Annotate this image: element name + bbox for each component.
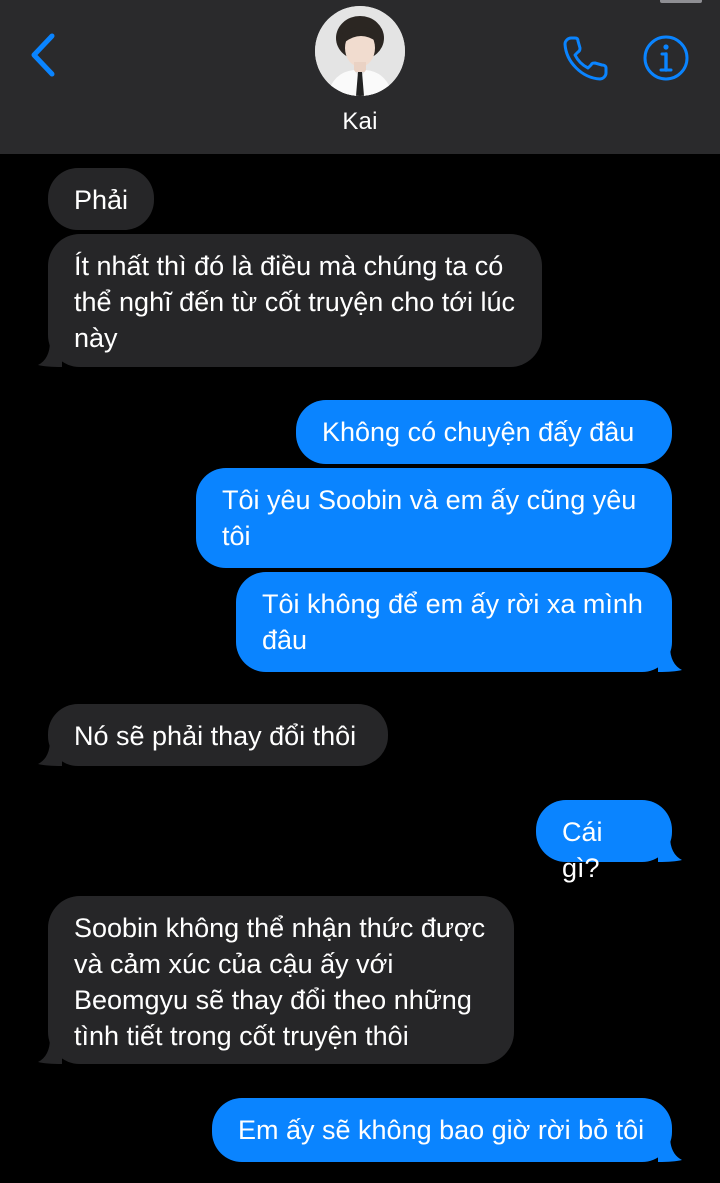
message-text: Tôi không để em ấy rời xa mình đâu (262, 589, 643, 655)
message-text: Ít nhất thì đó là điều mà chúng ta có th… (74, 251, 516, 353)
avatar[interactable] (315, 6, 405, 96)
avatar-image (315, 6, 405, 96)
messages-screen: Kai Phải Ít nhất thì đó là điều mà chúng… (0, 0, 720, 1183)
contact-name[interactable]: Kai (0, 108, 720, 136)
phone-icon (563, 36, 608, 81)
message-text: Soobin không thể nhận thức được và cảm x… (74, 913, 486, 1051)
message-text: Không có chuyện đấy đâu (322, 417, 635, 447)
incoming-message[interactable]: Nó sẽ phải thay đổi thôi (48, 704, 388, 766)
incoming-bubble-tail (38, 740, 62, 766)
outgoing-message[interactable]: Tôi yêu Soobin và em ấy cũng yêu tôi (196, 468, 672, 568)
outgoing-message[interactable]: Em ấy sẽ không bao giờ rời bỏ tôi (212, 1098, 672, 1162)
message-text: Cái gì? (562, 817, 603, 883)
incoming-message[interactable]: Soobin không thể nhận thức được và cảm x… (48, 896, 514, 1064)
info-icon (643, 35, 689, 81)
outgoing-message[interactable]: Không có chuyện đấy đâu (296, 400, 672, 464)
outgoing-bubble-tail (658, 836, 682, 862)
outgoing-message[interactable]: Cái gì? (536, 800, 672, 883)
incoming-message[interactable]: Ít nhất thì đó là điều mà chúng ta có th… (48, 234, 542, 367)
message-text: Tôi yêu Soobin và em ấy cũng yêu tôi (222, 485, 637, 551)
info-button[interactable] (640, 32, 692, 84)
chevron-left-icon (31, 33, 55, 77)
call-button[interactable] (560, 32, 614, 84)
message-text: Em ấy sẽ không bao giờ rời bỏ tôi (238, 1115, 645, 1145)
outgoing-bubble-tail (658, 646, 682, 672)
incoming-bubble-tail (38, 1038, 62, 1064)
outgoing-bubble-tail (658, 1136, 682, 1162)
outgoing-message[interactable]: Tôi không để em ấy rời xa mình đâu (236, 572, 672, 672)
back-button[interactable] (22, 30, 66, 80)
incoming-bubble-tail (38, 341, 62, 367)
conversation-header: Kai (0, 0, 720, 154)
incoming-message[interactable]: Phải (48, 168, 154, 230)
message-text: Phải (74, 185, 129, 215)
status-bar-indicator (660, 0, 702, 3)
message-text: Nó sẽ phải thay đổi thôi (74, 721, 357, 751)
